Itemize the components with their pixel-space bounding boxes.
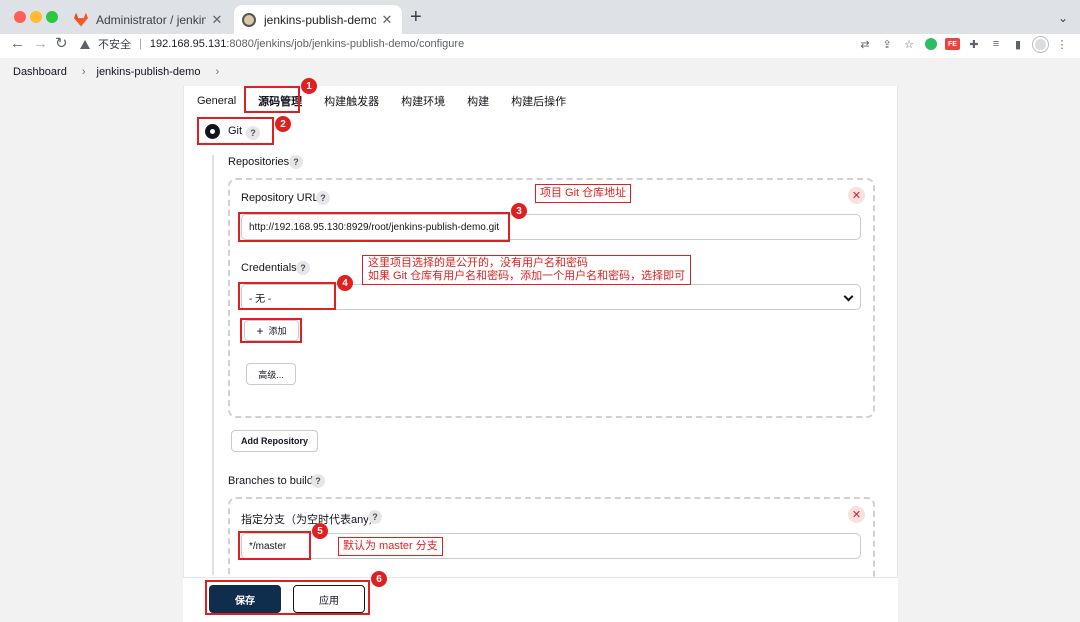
tab-title: jenkins-publish-demo Config [ bbox=[264, 12, 376, 27]
annotation-box-add bbox=[240, 318, 302, 343]
breadcrumb-separator[interactable]: › bbox=[215, 66, 219, 78]
extensions-icon[interactable]: ✚ bbox=[966, 36, 982, 52]
annotation-note-line: 如果 Git 仓库有用户名和密码，添加一个用户名和密码，选择即可 bbox=[368, 270, 686, 282]
help-icon[interactable]: ? bbox=[296, 261, 310, 275]
tab-post-build[interactable]: 构建后操作 bbox=[511, 93, 566, 109]
menu-icon[interactable]: ⋮ bbox=[1054, 36, 1070, 52]
browser-tab-bar: Administrator / jenkins-publish ✕ jenkin… bbox=[0, 0, 1080, 34]
reload-icon[interactable]: ↻ bbox=[55, 35, 68, 53]
minimize-window-button[interactable] bbox=[30, 11, 42, 23]
url-separator: | bbox=[139, 38, 142, 50]
tab-build-environment[interactable]: 构建环境 bbox=[401, 93, 445, 109]
section-indent-line bbox=[212, 155, 214, 575]
breadcrumb-separator: › bbox=[81, 66, 86, 78]
annotation-badge-3: 3 bbox=[511, 203, 527, 219]
help-icon[interactable]: ? bbox=[368, 510, 382, 524]
toolbar-icons: ⇄ ⇪ ☆ FE ✚ ≡ ▮ ⋮ bbox=[857, 36, 1070, 52]
browser-toolbar: ← → ↻ 不安全 | 192.168.95.131:8080/jenkins/… bbox=[0, 34, 1080, 56]
annotation-badge-2: 2 bbox=[275, 116, 291, 132]
tab-title: Administrator / jenkins-publish bbox=[96, 12, 206, 27]
tab-build[interactable]: 构建 bbox=[467, 93, 489, 109]
advanced-button[interactable]: 高级... bbox=[246, 363, 296, 385]
help-icon[interactable]: ? bbox=[289, 155, 303, 169]
jenkins-icon bbox=[242, 12, 256, 27]
help-icon[interactable]: ? bbox=[316, 191, 330, 205]
media-icon[interactable]: ≡ bbox=[988, 36, 1004, 52]
tab-build-triggers[interactable]: 构建触发器 bbox=[324, 93, 379, 109]
annotation-note-line: 这里项目选择的是公开的，没有用户名和密码 bbox=[368, 257, 588, 269]
close-window-button[interactable] bbox=[14, 11, 26, 23]
url-path: :8080/jenkins/job/jenkins-publish-demo/c… bbox=[226, 38, 465, 50]
insecure-label[interactable]: 不安全 bbox=[98, 36, 131, 52]
annotation-badge-1: 1 bbox=[301, 78, 317, 94]
annotation-box-credentials bbox=[238, 282, 336, 310]
repositories-label: Repositories bbox=[228, 156, 290, 168]
tab-general[interactable]: General bbox=[197, 95, 236, 107]
address-bar[interactable]: 不安全 | 192.168.95.131:8080/jenkins/job/je… bbox=[80, 34, 464, 54]
breadcrumb-dashboard[interactable]: Dashboard bbox=[13, 66, 67, 78]
browser-tab-gitlab[interactable]: Administrator / jenkins-publish ✕ bbox=[66, 5, 232, 34]
maximize-window-button[interactable] bbox=[46, 11, 58, 23]
annotation-box-repo-url bbox=[238, 212, 510, 242]
breadcrumb: Dashboard › jenkins-publish-demo › bbox=[0, 58, 1080, 86]
url-host: 192.168.95.131 bbox=[149, 38, 227, 50]
avatar[interactable] bbox=[1032, 36, 1048, 52]
annotation-box-git bbox=[197, 117, 274, 145]
warning-icon bbox=[80, 39, 90, 49]
repository-url-label: Repository URL bbox=[241, 192, 319, 204]
annotation-badge-6: 6 bbox=[371, 571, 387, 587]
sidebar-icon[interactable]: ▮ bbox=[1010, 36, 1026, 52]
delete-branch-button[interactable]: ✕ bbox=[848, 506, 865, 523]
annotation-box-branch bbox=[238, 531, 311, 560]
close-icon[interactable]: ✕ bbox=[210, 12, 224, 28]
add-repository-button[interactable]: Add Repository bbox=[231, 430, 318, 452]
help-icon[interactable]: ? bbox=[311, 474, 325, 488]
tab-search-icon[interactable]: ⌄ bbox=[1058, 11, 1068, 25]
annotation-note-repo: 项目 Git 仓库地址 bbox=[535, 184, 632, 203]
config-tabs: General 源码管理 构建触发器 构建环境 构建 构建后操作 bbox=[183, 86, 574, 116]
credentials-label: Credentials bbox=[241, 262, 297, 274]
share-icon[interactable]: ⇪ bbox=[879, 36, 895, 52]
annotation-note-branch: 默认为 master 分支 bbox=[338, 537, 443, 556]
forward-icon[interactable]: → bbox=[33, 35, 48, 53]
branch-specifier-input[interactable]: */master bbox=[241, 533, 861, 559]
browser-tab-jenkins[interactable]: jenkins-publish-demo Config [ ✕ bbox=[234, 5, 402, 34]
annotation-box-save-apply bbox=[205, 580, 370, 615]
annotation-badge-5: 5 bbox=[312, 523, 328, 539]
close-icon[interactable]: ✕ bbox=[380, 12, 394, 28]
chevron-down-icon bbox=[843, 291, 854, 302]
fe-extension-icon[interactable]: FE bbox=[945, 38, 960, 50]
annotation-badge-4: 4 bbox=[337, 275, 353, 291]
breadcrumb-job[interactable]: jenkins-publish-demo bbox=[97, 66, 201, 78]
annotation-note-credentials: 这里项目选择的是公开的，没有用户名和密码 如果 Git 仓库有用户名和密码，添加… bbox=[362, 255, 692, 285]
back-icon[interactable]: ← bbox=[10, 35, 25, 53]
new-tab-button[interactable]: + bbox=[410, 7, 422, 27]
gitlab-icon bbox=[74, 12, 88, 27]
delete-repository-button[interactable]: ✕ bbox=[848, 187, 865, 204]
evernote-icon[interactable] bbox=[923, 36, 939, 52]
branch-specifier-label: 指定分支（为空时代表any） bbox=[241, 514, 380, 526]
annotation-box-scm-tab bbox=[244, 86, 300, 113]
star-icon[interactable]: ☆ bbox=[901, 36, 917, 52]
translate-icon[interactable]: ⇄ bbox=[857, 36, 873, 52]
branches-label: Branches to build bbox=[228, 475, 313, 487]
